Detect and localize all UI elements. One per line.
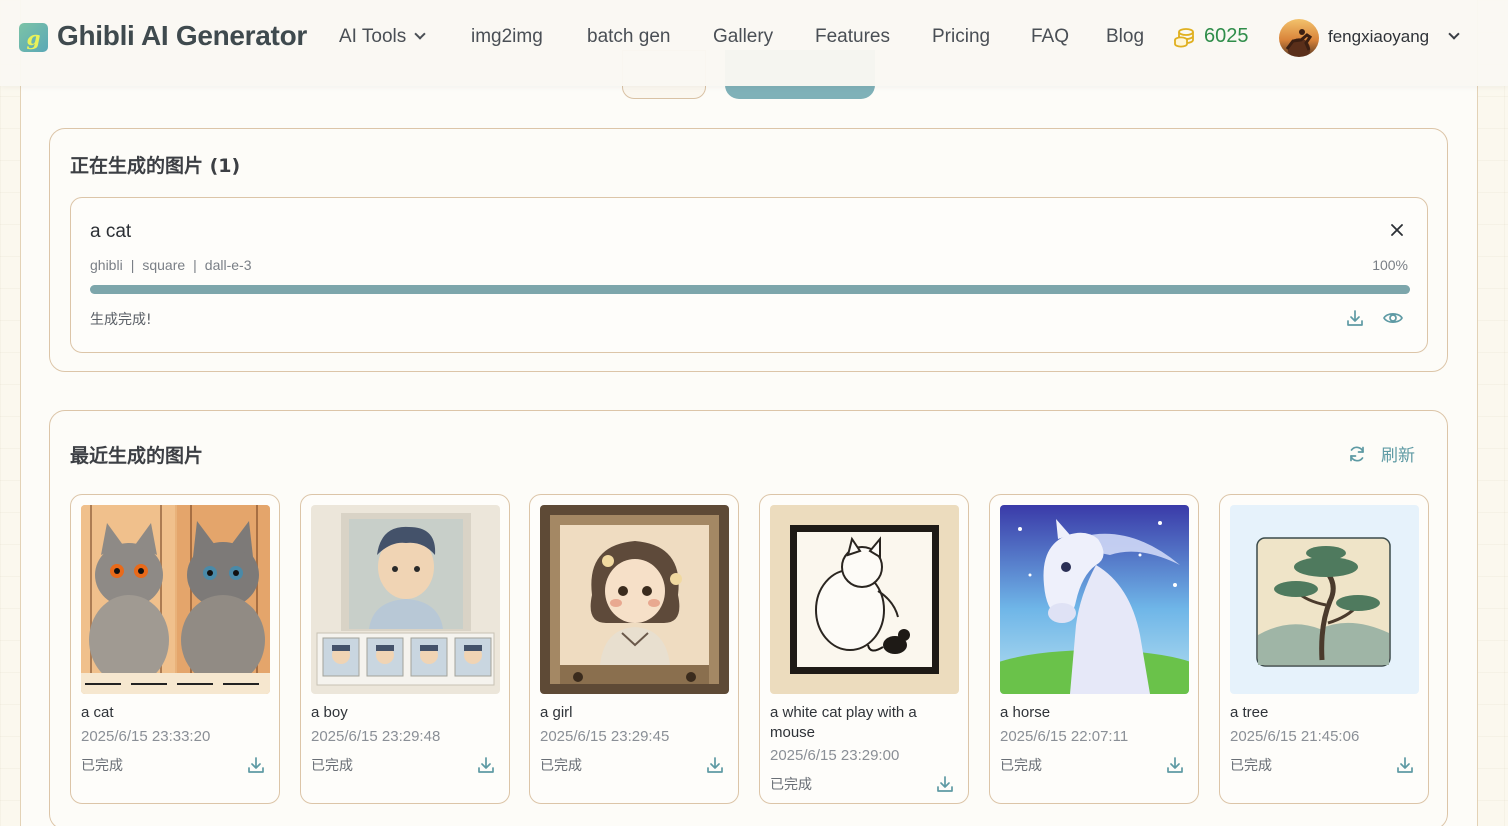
job-style: ghibli (90, 257, 123, 273)
image-status: 已完成 (1000, 758, 1042, 774)
recent-panel: 最近生成的图片 刷新 a cat 2025/6/15 23:33:20 已完成 … (49, 410, 1448, 826)
nav-pricing[interactable]: Pricing (932, 26, 990, 48)
coins-icon (1174, 28, 1194, 48)
recent-image-card[interactable]: a tree 2025/6/15 21:45:06 已完成 (1219, 494, 1429, 804)
thumbnail-image[interactable] (1000, 505, 1189, 694)
download-icon[interactable] (1165, 755, 1185, 775)
thumbnail-image[interactable] (81, 505, 270, 694)
job-meta: ghibli | square | dall-e-3 (90, 257, 252, 273)
job-prompt: a cat (90, 221, 132, 242)
recent-image-card[interactable]: a boy 2025/6/15 23:29:48 已完成 (300, 494, 510, 804)
job-status: 生成完成! (90, 312, 152, 328)
generating-panel: 正在生成的图片 (1) a cat ghibli | square | dall-e-3… (49, 128, 1448, 372)
download-icon[interactable] (246, 755, 266, 775)
image-title: a tree (1230, 704, 1269, 721)
recent-image-card[interactable]: a cat 2025/6/15 23:33:20 已完成 (70, 494, 280, 804)
image-status: 已完成 (770, 777, 812, 793)
image-title: a boy (311, 704, 348, 721)
download-icon[interactable] (476, 755, 496, 775)
refresh-icon (1350, 445, 1364, 462)
image-timestamp: 2025/6/15 23:29:45 (540, 728, 670, 745)
image-title: a cat (81, 704, 114, 721)
logo-icon[interactable]: g (19, 23, 48, 52)
image-timestamp: 2025/6/15 22:07:11 (1000, 728, 1129, 745)
nav-blog[interactable]: Blog (1106, 26, 1144, 48)
user-menu-chevron-icon[interactable] (1448, 28, 1460, 40)
nav-img2img[interactable]: img2img (471, 26, 543, 48)
refresh-button[interactable]: 刷新 (1347, 441, 1415, 466)
generating-title: 正在生成的图片 (1) (70, 155, 241, 177)
job-model: dall-e-3 (204, 257, 252, 273)
download-icon[interactable] (935, 774, 955, 794)
recent-image-card[interactable]: a white cat play with a mouse 2025/6/15 … (759, 494, 969, 804)
generation-job-card: a cat ghibli | square | dall-e-3 100% 生成完成! (70, 197, 1428, 353)
image-title: a girl (540, 704, 573, 721)
eye-icon[interactable] (1382, 308, 1404, 328)
nav-ai-tools-label: AI Tools (339, 26, 407, 47)
close-icon[interactable] (1389, 222, 1405, 238)
image-title: a white cat play with a mouse (770, 704, 917, 741)
image-timestamp: 2025/6/15 23:29:48 (311, 728, 441, 745)
image-status: 已完成 (540, 758, 582, 774)
nav-faq[interactable]: FAQ (1031, 26, 1069, 48)
download-icon[interactable] (1395, 755, 1415, 775)
thumbnail-image[interactable] (311, 505, 500, 694)
job-size: square (142, 257, 186, 273)
nav-ai-tools[interactable]: AI Tools (339, 26, 426, 48)
recent-title: 最近生成的图片 (70, 445, 204, 467)
image-status: 已完成 (311, 758, 353, 774)
chevron-down-icon (414, 28, 426, 40)
nav-batch-gen[interactable]: batch gen (587, 26, 670, 48)
image-status: 已完成 (81, 758, 123, 774)
recent-image-card[interactable]: a girl 2025/6/15 23:29:45 已完成 (529, 494, 739, 804)
nav-features[interactable]: Features (815, 26, 890, 48)
image-timestamp: 2025/6/15 23:33:20 (81, 728, 211, 745)
nav-gallery[interactable]: Gallery (713, 26, 773, 48)
thumbnail-image[interactable] (770, 505, 959, 694)
username[interactable]: fengxiaoyang (1328, 27, 1429, 47)
image-title: a horse (1000, 704, 1051, 721)
progress-bar (90, 285, 1410, 294)
recent-image-card[interactable]: a horse 2025/6/15 22:07:11 已完成 (989, 494, 1199, 804)
job-progress-percent: 100% (1372, 257, 1408, 273)
app-title[interactable]: Ghibli AI Generator (57, 20, 307, 52)
image-timestamp: 2025/6/15 21:45:06 (1230, 728, 1360, 745)
thumbnail-image[interactable] (1230, 505, 1419, 694)
refresh-label: 刷新 (1381, 446, 1415, 466)
credits-count: 6025 (1204, 25, 1249, 47)
image-timestamp: 2025/6/15 23:29:00 (770, 747, 900, 764)
top-navbar: g Ghibli AI Generator AI Tools img2img b… (0, 0, 1508, 86)
image-status: 已完成 (1230, 758, 1272, 774)
download-icon[interactable] (705, 755, 725, 775)
progress-bar-fill (90, 285, 1410, 294)
download-icon[interactable] (1345, 308, 1365, 328)
thumbnail-image[interactable] (540, 505, 729, 694)
avatar[interactable] (1279, 19, 1319, 57)
